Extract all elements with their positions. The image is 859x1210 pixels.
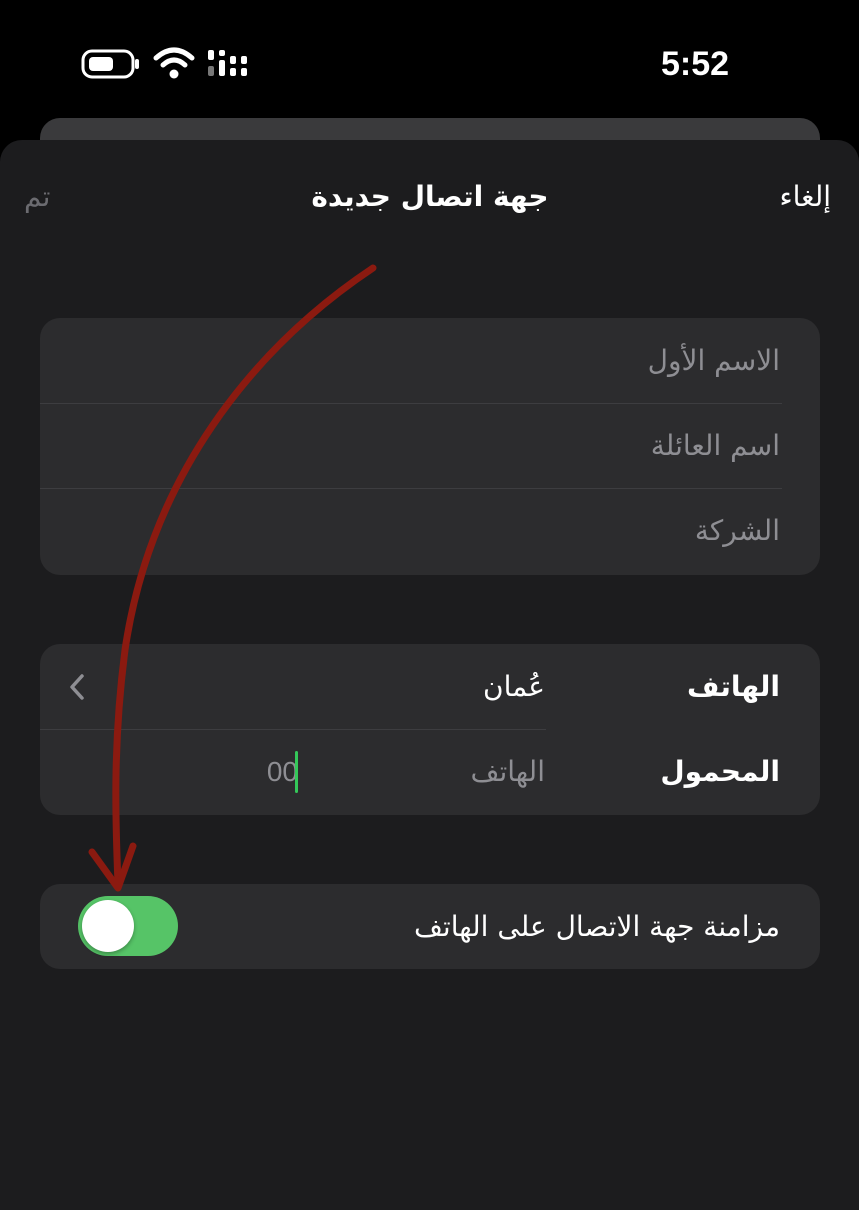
phone-country-row[interactable]: الهاتف عُمان: [40, 644, 820, 729]
chevron-left-icon: [70, 674, 84, 700]
name-fields-group: الاسم الأول اسم العائلة الشركة: [40, 318, 820, 575]
country-value: عُمان: [483, 670, 545, 703]
phone-group: الهاتف عُمان المحمول الهاتف 00: [40, 644, 820, 815]
first-name-field[interactable]: الاسم الأول: [40, 318, 820, 403]
phone-number-placeholder: الهاتف: [470, 755, 545, 788]
last-name-placeholder: اسم العائلة: [650, 429, 780, 462]
done-button[interactable]: تم: [24, 175, 50, 219]
text-cursor: [295, 751, 298, 793]
battery-icon: [81, 49, 139, 79]
cancel-button[interactable]: إلغاء: [779, 175, 831, 219]
sync-group: مزامنة جهة الاتصال على الهاتف: [40, 884, 820, 969]
company-field[interactable]: الشركة: [40, 488, 820, 573]
company-placeholder: الشركة: [694, 514, 780, 547]
phone-number-row[interactable]: المحمول الهاتف 00: [40, 729, 820, 814]
sync-label: مزامنة جهة الاتصال على الهاتف: [413, 910, 780, 943]
status-bar: 5:52: [0, 0, 859, 120]
first-name-placeholder: الاسم الأول: [647, 344, 780, 377]
phone-number-input[interactable]: 00: [216, 729, 298, 814]
toggle-knob: [82, 900, 134, 952]
last-name-field[interactable]: اسم العائلة: [40, 403, 820, 488]
page-title: جهة اتصال جديدة: [311, 180, 549, 213]
mobile-label[interactable]: المحمول: [660, 729, 780, 814]
signal-icon: [208, 50, 247, 76]
status-time: 5:52: [660, 45, 730, 83]
sync-toggle[interactable]: [78, 896, 178, 956]
wifi-icon: [153, 47, 195, 79]
phone-label: الهاتف: [687, 670, 780, 703]
